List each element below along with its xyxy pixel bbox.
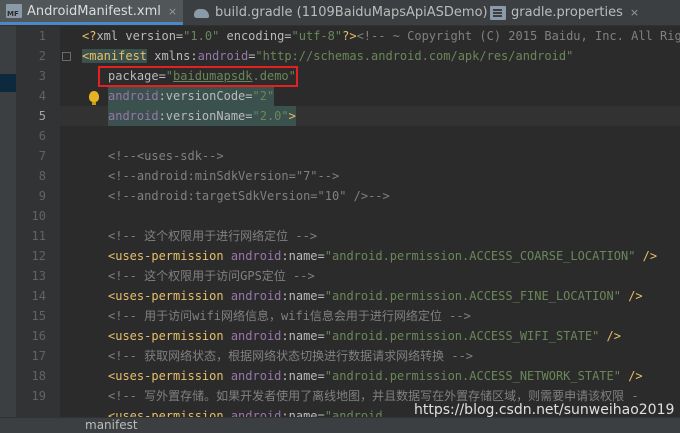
code-text[interactable]: <!-- 用于访问wifi网络信息，wifi信息会用于进行网络定位 --> — [108, 306, 471, 326]
close-icon[interactable]: × — [168, 5, 177, 18]
line-number: 5 — [38, 109, 46, 123]
line-number: 9 — [38, 189, 46, 203]
code-text[interactable]: <!--android:minSdkVersion="7"--> — [108, 166, 339, 186]
line-number: 7 — [38, 149, 46, 163]
code-text[interactable]: <?xml version="1.0" encoding="utf-8"?><!… — [82, 26, 680, 46]
code-line-current[interactable]: 5 android:versionName="2.0"> — [39, 106, 680, 126]
line-number: 17 — [31, 349, 46, 363]
side-tool-strip — [0, 26, 16, 417]
code-line[interactable]: 15 <!-- 用于访问wifi网络信息，wifi信息会用于进行网络定位 --> — [32, 306, 680, 326]
tab-build-gradle[interactable]: build.gradle (1109BaiduMapsApiASDemo) × — [188, 0, 510, 25]
code-line[interactable]: 11 <!-- 这个权限用于进行网络定位 --> — [32, 226, 680, 246]
breadcrumb-bar: manifest — [0, 417, 680, 433]
code-line[interactable]: 17 <!-- 获取网络状态，根据网络状态切换进行数据请求网络转换 --> — [32, 346, 680, 366]
lightbulb-icon[interactable] — [89, 91, 99, 105]
line-number: 4 — [38, 89, 46, 103]
code-text[interactable]: <!--android:targetSdkVersion="10" />--> — [108, 186, 390, 206]
code-line[interactable]: 18 <uses-permission android:name="androi… — [32, 366, 680, 386]
breadcrumb[interactable]: manifest — [85, 418, 138, 433]
code-text[interactable]: <uses-permission android:name="android — [108, 406, 383, 417]
code-line[interactable]: 9 <!--android:targetSdkVersion="10" />--… — [39, 186, 680, 206]
manifest-file-icon — [6, 4, 22, 18]
code-line[interactable]: 13 <!-- 这个权限用于访问GPS定位 --> — [32, 266, 680, 286]
code-text[interactable]: <!-- 这个权限用于访问GPS定位 --> — [108, 266, 315, 286]
editor-tab-bar: AndroidManifest.xml × build.gradle (1109… — [0, 0, 680, 26]
code-line[interactable]: 12 <uses-permission android:name="androi… — [32, 246, 680, 266]
line-number: 11 — [31, 229, 46, 243]
code-text[interactable]: android:versionName="2.0"> — [108, 106, 296, 126]
watermark: https://blog.csdn.net/sunweihao2019 — [414, 402, 675, 418]
line-number: 15 — [31, 309, 46, 323]
line-number: 16 — [31, 329, 46, 343]
line-number: 1 — [38, 29, 46, 43]
code-line[interactable]: 1 <?xml version="1.0" encoding="utf-8"?>… — [39, 26, 680, 46]
code-line[interactable]: 6 — [39, 126, 680, 146]
code-text[interactable]: <!-- 这个权限用于进行网络定位 --> — [108, 226, 317, 246]
code-text[interactable]: <uses-permission android:name="android.p… — [108, 326, 621, 346]
code-text[interactable]: <uses-permission android:name="android.p… — [108, 246, 657, 266]
code-line[interactable]: 14 <uses-permission android:name="androi… — [32, 286, 680, 306]
line-number: 10 — [31, 209, 46, 223]
code-line[interactable]: 8 <!--android:minSdkVersion="7"--> — [39, 166, 680, 186]
code-line[interactable]: 2 <manifest xmlns:android="http://schema… — [39, 46, 680, 66]
line-number: 19 — [31, 389, 46, 403]
code-text[interactable]: <uses-permission android:name="android.p… — [108, 286, 643, 306]
line-number: 3 — [38, 69, 46, 83]
tab-label: build.gradle (1109BaiduMapsApiASDemo) — [215, 5, 488, 20]
line-number: 18 — [31, 369, 46, 383]
line-number: 8 — [38, 169, 46, 183]
code-text[interactable]: <!-- 获取网络状态，根据网络状态切换进行数据请求网络转换 --> — [108, 346, 473, 366]
gradle-file-icon — [194, 6, 210, 20]
tab-label: AndroidManifest.xml — [27, 3, 161, 19]
code-text[interactable]: <!--<uses-sdk--> — [108, 146, 224, 166]
fold-marker-icon[interactable] — [62, 52, 71, 61]
line-number: 12 — [31, 249, 46, 263]
strip-marker — [0, 74, 16, 92]
tab-label: gradle.properties — [511, 5, 623, 20]
code-line[interactable]: 16 <uses-permission android:name="androi… — [32, 326, 680, 346]
highlight-box — [98, 66, 298, 87]
line-number: 14 — [31, 289, 46, 303]
close-icon[interactable]: × — [630, 6, 639, 19]
line-number: 6 — [38, 129, 46, 143]
code-line[interactable]: 10 — [32, 206, 680, 226]
tab-android-manifest[interactable]: AndroidManifest.xml × — [0, 0, 184, 25]
code-text[interactable]: <uses-permission android:name="android.p… — [108, 366, 643, 386]
code-line[interactable]: 7 <!--<uses-sdk--> — [39, 146, 680, 166]
line-number: 2 — [38, 49, 46, 63]
properties-file-icon — [490, 5, 506, 20]
code-text[interactable]: <manifest xmlns:android="http://schemas.… — [82, 46, 573, 66]
tab-gradle-properties[interactable]: gradle.properties × — [484, 0, 645, 25]
code-text[interactable]: android:versionCode="2" — [108, 86, 275, 106]
line-number: 13 — [31, 269, 46, 283]
code-line[interactable]: 4 android:versionCode="2" — [39, 86, 680, 106]
